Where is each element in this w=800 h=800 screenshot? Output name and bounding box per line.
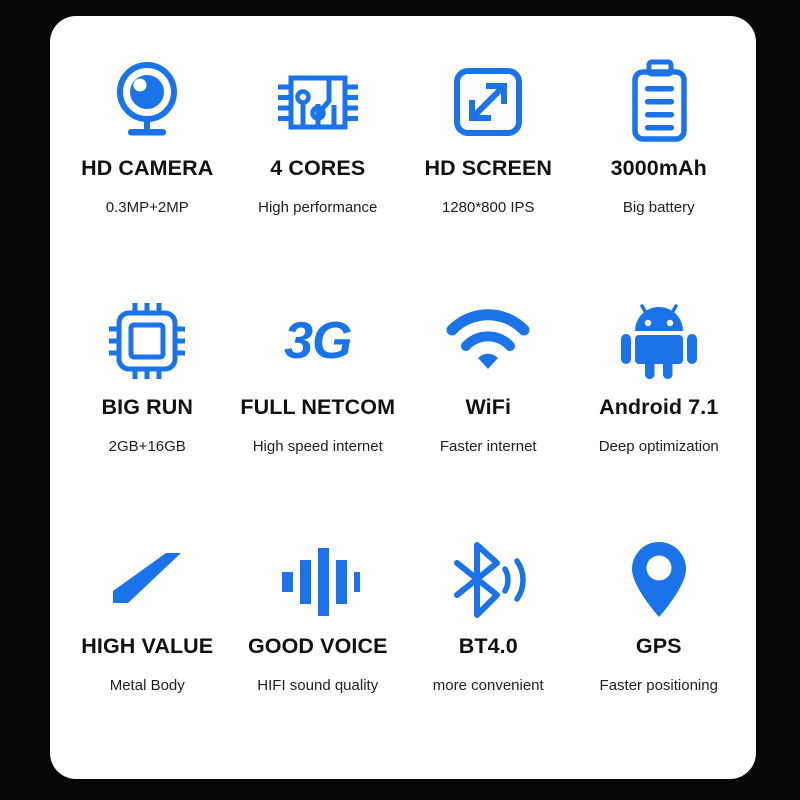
feature-grid: HD CAMERA 0.3MP+2MP 4 CORES High perform… <box>62 44 744 761</box>
feature-subtitle: Metal Body <box>109 677 185 694</box>
metal-bar-icon <box>104 532 190 628</box>
feature-item-full-netcom: 3G FULL NETCOM High speed internet <box>233 283 404 522</box>
wifi-icon <box>444 293 532 389</box>
battery-icon <box>621 54 697 150</box>
feature-title: BIG RUN <box>101 395 193 419</box>
feature-item-wifi: WiFi Faster internet <box>403 283 574 522</box>
expand-screen-icon <box>447 54 529 150</box>
feature-title: HIGH VALUE <box>81 634 214 658</box>
cpu-icon <box>105 293 189 389</box>
feature-subtitle: HIFI sound quality <box>257 677 379 694</box>
feature-item-battery: 3000mAh Big battery <box>574 44 745 283</box>
feature-title: 3000mAh <box>610 156 707 180</box>
feature-card: HD CAMERA 0.3MP+2MP 4 CORES High perform… <box>50 16 756 779</box>
feature-subtitle: 1280*800 IPS <box>441 199 535 216</box>
feature-title: WiFi <box>465 395 512 419</box>
chip-circuit-icon <box>272 54 364 150</box>
feature-subtitle: Big battery <box>622 199 695 216</box>
feature-subtitle: High performance <box>258 199 378 216</box>
feature-item-good-voice: GOOD VOICE HIFI sound quality <box>233 522 404 761</box>
feature-title: GOOD VOICE <box>247 634 388 658</box>
feature-subtitle: High speed internet <box>252 438 383 455</box>
feature-title: HD CAMERA <box>81 156 214 180</box>
android-robot-icon <box>617 293 701 389</box>
feature-item-gps: GPS Faster positioning <box>574 522 745 761</box>
page-root: HD CAMERA 0.3MP+2MP 4 CORES High perform… <box>0 0 800 800</box>
sound-wave-icon <box>276 532 360 628</box>
feature-item-high-value: HIGH VALUE Metal Body <box>62 522 233 761</box>
feature-title: BT4.0 <box>458 634 518 658</box>
feature-subtitle: more convenient <box>432 677 544 694</box>
feature-item-hd-camera: HD CAMERA 0.3MP+2MP <box>62 44 233 283</box>
feature-subtitle: Deep optimization <box>598 438 719 455</box>
feature-item-bluetooth: BT4.0 more convenient <box>403 522 574 761</box>
feature-title: 4 CORES <box>270 156 366 180</box>
feature-subtitle: 2GB+16GB <box>108 438 186 455</box>
bluetooth-icon <box>445 532 531 628</box>
feature-item-android: Android 7.1 Deep optimization <box>574 283 745 522</box>
feature-item-4-cores: 4 CORES High performance <box>233 44 404 283</box>
feature-title: Android 7.1 <box>599 395 719 419</box>
3g-text-icon: 3G <box>284 293 352 389</box>
feature-subtitle: Faster positioning <box>599 677 718 694</box>
map-pin-icon <box>624 532 694 628</box>
feature-item-hd-screen: HD SCREEN 1280*800 IPS <box>403 44 574 283</box>
webcam-icon <box>104 54 190 150</box>
feature-title: HD SCREEN <box>424 156 553 180</box>
feature-item-big-run: BIG RUN 2GB+16GB <box>62 283 233 522</box>
3g-label: 3G <box>284 312 352 370</box>
feature-title: FULL NETCOM <box>240 395 396 419</box>
feature-subtitle: Faster internet <box>439 438 537 455</box>
feature-title: GPS <box>635 634 682 658</box>
feature-subtitle: 0.3MP+2MP <box>105 199 189 216</box>
